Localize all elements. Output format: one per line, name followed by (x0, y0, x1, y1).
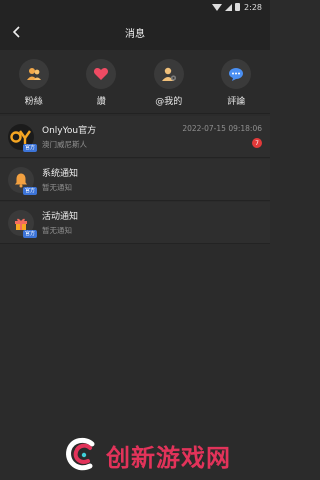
message-row-activity[interactable]: 官方 活动通知 暂无通知 (0, 202, 270, 244)
message-text: 活动通知 暂无通知 (42, 209, 78, 236)
action-fans-label: 粉絲 (24, 97, 43, 107)
nav-header: 消息 (0, 14, 270, 50)
avatar: 官方 (8, 209, 37, 238)
action-comments-label: 評論 (227, 97, 246, 107)
message-title: 活动通知 (42, 212, 79, 222)
action-mentions[interactable]: @我的 (139, 59, 199, 107)
quick-actions: 粉絲 讚 @我的 評論 (0, 50, 270, 114)
avatar: 官方 (8, 166, 37, 195)
signal-icon (225, 3, 233, 11)
official-tag: 官方 (22, 186, 37, 195)
gift-icon (15, 218, 27, 230)
message-title: OnlyYou官方 (42, 126, 97, 136)
action-likes-label: 讚 (96, 97, 106, 107)
official-tag: 官方 (22, 143, 37, 152)
action-fans[interactable]: 粉絲 (4, 59, 64, 107)
message-row-official[interactable]: 官方 OnlyYou官方 澳门威尼斯人 2022-07-15 09:18:06 … (0, 116, 270, 158)
watermark-text: 创新游戏网 (106, 443, 231, 472)
status-time: 2:28 (244, 2, 262, 12)
watermark: 创新游戏网 (62, 434, 262, 476)
page-title: 消息 (125, 28, 145, 40)
unread-badge: 7 (252, 138, 262, 148)
message-title: 系统通知 (42, 169, 79, 179)
message-subtitle: 澳门威尼斯人 (42, 140, 87, 149)
action-comments[interactable]: 評論 (206, 59, 266, 107)
status-icons (212, 3, 241, 11)
action-likes[interactable]: 讚 (71, 59, 131, 107)
back-icon[interactable] (8, 24, 24, 40)
message-time: 2022-07-15 09:18:06 (182, 124, 262, 133)
heart-icon (86, 59, 117, 89)
wifi-icon (212, 3, 223, 11)
comment-icon (221, 59, 252, 89)
watermark-logo-icon (66, 437, 95, 471)
message-subtitle: 暂无通知 (42, 226, 72, 235)
message-subtitle: 暂无通知 (42, 183, 72, 192)
status-right: 2:28 (212, 3, 262, 12)
message-row-system[interactable]: 官方 系统通知 暂无通知 (0, 159, 270, 201)
battery-icon (235, 3, 241, 11)
status-bar: 2:28 (0, 0, 270, 14)
message-text: OnlyYou官方 澳门威尼斯人 (42, 123, 96, 150)
mention-user-icon (153, 59, 184, 89)
onlyyou-logo-icon (10, 129, 31, 144)
fans-icon (18, 59, 49, 89)
action-mentions-label: @我的 (155, 97, 183, 107)
avatar: 官方 (8, 123, 37, 152)
official-tag: 官方 (22, 229, 37, 238)
bell-icon (15, 173, 27, 187)
message-text: 系统通知 暂无通知 (42, 166, 78, 193)
message-list: 官方 OnlyYou官方 澳门威尼斯人 2022-07-15 09:18:06 … (0, 116, 270, 245)
